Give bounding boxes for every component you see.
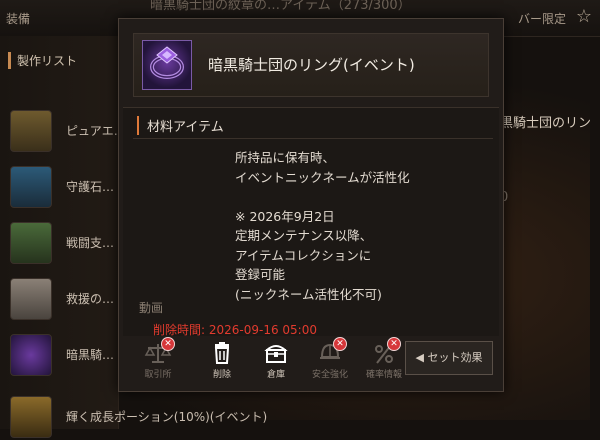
delete-time: 削除時間: 2026-09-16 05:00 (153, 323, 317, 337)
trash-icon (207, 341, 237, 365)
safe-enhance-label: 安全強化 (311, 370, 348, 380)
item-header: 暗黒騎士団のリング(イベント) (133, 33, 489, 97)
background-item-name: 黒騎士団のリン (500, 116, 592, 131)
list-item-label: 輝く成長ポーション(10%)(イベント) (66, 410, 268, 424)
scroll-icon (10, 278, 52, 320)
crafting-list-title: 製作リスト (8, 52, 77, 69)
scale-icon: ✕ (143, 337, 175, 365)
list-item-label: 救援の… (66, 292, 115, 306)
set-effect-label: セット効果 (427, 351, 483, 364)
potion-icon (10, 396, 52, 438)
list-item-label: ピュアエ… (66, 124, 126, 138)
warehouse-button[interactable]: 倉庫 (249, 339, 303, 385)
trade-button[interactable]: ✕ 取引所 (131, 337, 185, 385)
disabled-x-icon: ✕ (333, 337, 347, 351)
divider (133, 138, 493, 139)
top-bar-text: 暗黒騎士団の紋章の…アイテム（273/300） (150, 0, 411, 13)
chest-icon (10, 110, 52, 152)
description-line: (ニックネーム活性化不可) (235, 286, 382, 302)
description-line: 登録可能 (235, 267, 286, 282)
delete-label: 削除 (212, 370, 231, 380)
probability-button[interactable]: ✕ 確率情報 (357, 337, 411, 385)
ring-icon (10, 334, 52, 376)
disabled-x-icon: ✕ (161, 337, 175, 351)
truncated-label: 動画 (139, 301, 164, 315)
equipment-tab[interactable]: 装備 (6, 10, 30, 27)
delete-button[interactable]: 削除 (195, 339, 249, 385)
trade-label: 取引所 (144, 370, 172, 380)
safe-enhance-button[interactable]: ✕ 安全強化 (303, 337, 357, 385)
list-item-label: 暗黒騎… (66, 348, 115, 362)
action-toolbar: ✕ 取引所 削除 倉庫 ✕ 安全強化 ✕ 確率情報 ◀ セット効果 (123, 337, 499, 389)
disabled-x-icon: ✕ (387, 337, 401, 351)
percent-icon: ✕ (369, 337, 401, 365)
description-line (235, 187, 410, 207)
item-description: 所持品に保有時、 イベントニックネームが活性化 ※ 2026年9月2日 定期メン… (235, 148, 410, 304)
item-name: 暗黒騎士団のリング(イベント) (208, 56, 415, 74)
warehouse-label: 倉庫 (266, 370, 285, 380)
dark-ring-icon (142, 40, 192, 90)
description-line: 所持品に保有時、 (235, 150, 336, 165)
gift-box-icon (10, 222, 52, 264)
star-icon[interactable]: ☆ (576, 6, 592, 27)
description-line: ※ 2026年9月2日 (235, 208, 335, 224)
list-item-label: 守護石… (66, 180, 115, 194)
material-section: 材料アイテム 所持品に保有時、 イベントニックネームが活性化 ※ 2026年9月… (123, 107, 499, 337)
section-title: 材料アイテム (137, 116, 224, 135)
chevron-left-icon: ◀ (415, 351, 424, 364)
item-detail-popup: 暗黒騎士団のリング(イベント) 材料アイテム 所持品に保有時、 イベントニックネ… (118, 18, 504, 392)
description-line: アイテムコレクションに (235, 247, 372, 263)
set-effect-button[interactable]: ◀ セット効果 (405, 341, 493, 375)
helmet-icon: ✕ (315, 337, 347, 365)
description-line: 定期メンテナンス以降、 (235, 228, 373, 243)
description-line: イベントニックネームが活性化 (235, 169, 410, 185)
limited-tab[interactable]: バー限定 (518, 10, 566, 27)
probability-label: 確率情報 (365, 370, 402, 380)
list-item[interactable]: 輝く成長ポーション(10%)(イベント) (10, 396, 600, 440)
chest-icon (261, 341, 291, 365)
list-item-label: 戦闘支… (66, 236, 115, 250)
crystal-icon (10, 166, 52, 208)
